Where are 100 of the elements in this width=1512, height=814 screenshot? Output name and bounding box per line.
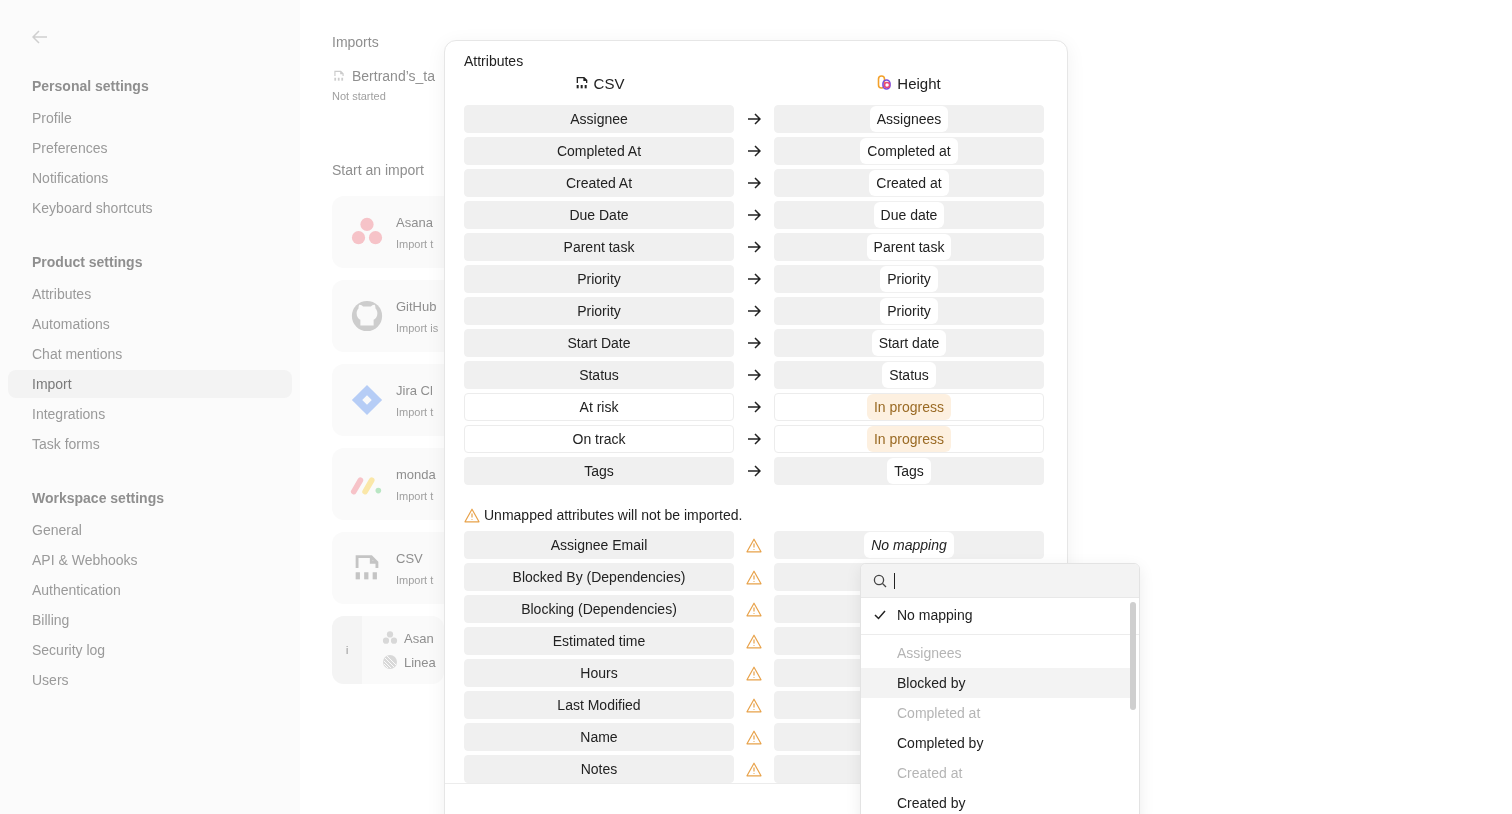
source-attribute: Blocking (Dependencies) bbox=[464, 595, 734, 623]
target-cell[interactable]: Assignees bbox=[774, 105, 1044, 133]
sidebar-item[interactable]: Notifications bbox=[8, 164, 292, 192]
source-attribute: Blocked By (Dependencies) bbox=[464, 563, 734, 591]
sidebar-item[interactable]: Security log bbox=[8, 636, 292, 664]
source-attribute: Created At bbox=[464, 169, 734, 197]
target-attribute: No mapping bbox=[864, 532, 954, 558]
sidebar-item[interactable]: Integrations bbox=[8, 400, 292, 428]
source-attribute: Notes bbox=[464, 755, 734, 783]
sidebar-item[interactable]: Automations bbox=[8, 310, 292, 338]
source-attribute: Last Modified bbox=[464, 691, 734, 719]
import-source-card[interactable]: CSV Import t bbox=[332, 532, 444, 604]
source-attribute: Status bbox=[464, 361, 734, 389]
section-title: Imports bbox=[332, 34, 380, 50]
target-attribute: Completed at bbox=[860, 138, 958, 164]
menu-item[interactable]: Created by bbox=[861, 788, 1131, 814]
import-source-card[interactable]: Jira Cl Import t bbox=[332, 364, 444, 436]
arrow-icon bbox=[747, 305, 761, 317]
arrow-icon bbox=[747, 337, 761, 349]
arrow-icon bbox=[747, 273, 761, 285]
target-cell[interactable]: Parent task bbox=[774, 233, 1044, 261]
sidebar-item[interactable]: General bbox=[8, 516, 292, 544]
source-attribute: Name bbox=[464, 723, 734, 751]
target-attribute: Status bbox=[882, 362, 936, 388]
target-cell[interactable]: No mapping bbox=[774, 531, 1044, 559]
source-attribute: Tags bbox=[464, 457, 734, 485]
target-cell[interactable]: Start date bbox=[774, 329, 1044, 357]
target-cell[interactable]: Priority bbox=[774, 265, 1044, 293]
sidebar-item[interactable]: Task forms bbox=[8, 430, 292, 458]
target-attribute: Created at bbox=[869, 170, 949, 196]
source-attribute: Estimated time bbox=[464, 627, 734, 655]
warning-icon bbox=[746, 601, 762, 617]
import-source-card[interactable]: GitHub Import is bbox=[332, 280, 444, 352]
source-attribute: At risk bbox=[464, 393, 734, 421]
source-attribute: Start Date bbox=[464, 329, 734, 357]
sidebar-item[interactable]: Import bbox=[8, 370, 292, 398]
import-source-card[interactable]: monda Import t bbox=[332, 448, 444, 520]
warning-icon bbox=[746, 665, 762, 681]
sidebar-item[interactable]: Attributes bbox=[8, 280, 292, 308]
diamond-icon bbox=[350, 383, 384, 417]
arrow-icon bbox=[747, 465, 761, 477]
sidebar-item[interactable]: Users bbox=[8, 666, 292, 694]
source-attribute: Completed At bbox=[464, 137, 734, 165]
section-title: Personal settings bbox=[31, 78, 150, 94]
target-cell[interactable]: In progress bbox=[774, 393, 1044, 421]
target-cell[interactable]: In progress bbox=[774, 425, 1044, 453]
target-cell[interactable]: Status bbox=[774, 361, 1044, 389]
arrow-icon bbox=[747, 145, 761, 157]
source-attribute: Priority bbox=[464, 265, 734, 293]
sidebar-item[interactable]: API & Webhooks bbox=[8, 546, 292, 574]
source-attribute: Hours bbox=[464, 659, 734, 687]
sidebar-item[interactable]: Chat mentions bbox=[8, 340, 292, 368]
arrow-icon bbox=[747, 177, 761, 189]
import-status: Not started bbox=[332, 90, 387, 102]
sidebar-item[interactable]: Keyboard shortcuts bbox=[8, 194, 292, 222]
target-cell[interactable]: Created at bbox=[774, 169, 1044, 197]
back-arrow-icon[interactable] bbox=[32, 30, 48, 44]
rings-logo-icon bbox=[877, 75, 894, 91]
warning-icon bbox=[746, 569, 762, 585]
column-header: Height bbox=[897, 74, 941, 92]
target-cell[interactable]: Completed at bbox=[774, 137, 1044, 165]
scrollbar[interactable] bbox=[1130, 602, 1136, 710]
warning-icon bbox=[746, 633, 762, 649]
search-field[interactable] bbox=[861, 564, 1139, 598]
source-attribute: Assignee Email bbox=[464, 531, 734, 559]
target-attribute: Due date bbox=[873, 202, 945, 228]
arrow-icon bbox=[747, 241, 761, 253]
target-attribute: Priority bbox=[880, 266, 938, 292]
import-source-card[interactable]: Asana Import t bbox=[332, 196, 444, 268]
source-attribute: On track bbox=[464, 425, 734, 453]
search-icon bbox=[873, 573, 887, 588]
dialog-title: Attributes bbox=[464, 53, 525, 69]
more-sources-card[interactable]: i Asan Linea bbox=[332, 616, 444, 684]
source-name: Asan bbox=[404, 630, 434, 646]
menu-item[interactable]: No mapping bbox=[861, 598, 1131, 632]
target-attribute: Parent task bbox=[866, 234, 952, 260]
import-name: Bertrand’s_ta bbox=[352, 68, 435, 84]
sidebar-item[interactable]: Authentication bbox=[8, 576, 292, 604]
target-cell[interactable]: Tags bbox=[774, 457, 1044, 485]
section-title: Product settings bbox=[31, 254, 144, 270]
menu-item[interactable]: Blocked by bbox=[861, 668, 1131, 698]
cat-logo-icon bbox=[350, 299, 384, 333]
status-tag: In progress bbox=[866, 426, 951, 452]
sidebar-item[interactable]: Billing bbox=[8, 606, 292, 634]
source-description: Import t bbox=[396, 573, 434, 586]
arrow-icon bbox=[747, 113, 761, 125]
warning-icon bbox=[746, 761, 762, 777]
source-attribute: Assignee bbox=[464, 105, 734, 133]
sidebar-item[interactable]: Preferences bbox=[8, 134, 292, 162]
source-name: Linea bbox=[404, 654, 436, 670]
warning-icon bbox=[746, 697, 762, 713]
arrow-icon bbox=[747, 433, 761, 445]
menu-item[interactable]: Completed by bbox=[861, 728, 1131, 758]
source-attribute: Due Date bbox=[464, 201, 734, 229]
arrow-icon bbox=[747, 209, 761, 221]
target-cell[interactable]: Due date bbox=[774, 201, 1044, 229]
striped-circle-icon bbox=[382, 654, 398, 670]
target-cell[interactable]: Priority bbox=[774, 297, 1044, 325]
source-description: Import is bbox=[396, 321, 439, 334]
sidebar-item[interactable]: Profile bbox=[8, 104, 292, 132]
